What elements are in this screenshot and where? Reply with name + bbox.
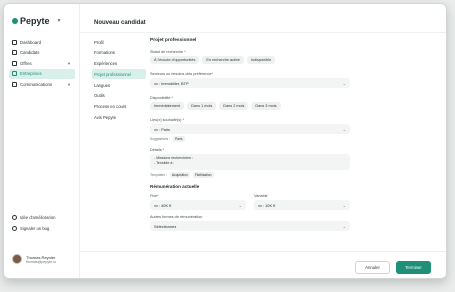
step-projet-professionnel[interactable]: Projet professionnel bbox=[92, 69, 146, 80]
feedback-link[interactable]: Idée d'améliorarion bbox=[12, 212, 55, 223]
feedback-label: Idée d'améliorarion bbox=[20, 215, 56, 220]
templates-label: Templates : bbox=[150, 173, 167, 177]
step-nav: Profil Formations Expériences Projet pro… bbox=[92, 37, 146, 123]
form-content: Projet professionnel Statut de recherche… bbox=[150, 34, 350, 246]
dispo-option[interactable]: Dans 1 mois bbox=[187, 102, 217, 110]
template-chip[interactable]: Fidélisation bbox=[192, 172, 214, 178]
user-profile[interactable]: Thomas Reynier thomas@pepyte.io bbox=[12, 254, 56, 264]
header-divider bbox=[80, 32, 446, 33]
chevron-down-icon: ▼ bbox=[67, 60, 71, 66]
suggestions: Suggestions : Paris bbox=[150, 136, 350, 142]
remuneration-title: Rémunération actuelle bbox=[150, 184, 200, 189]
chevron-down-icon: ⌄ bbox=[238, 202, 242, 208]
chevron-down-icon: ⌄ bbox=[342, 202, 346, 208]
users-icon bbox=[12, 50, 17, 55]
sidebar-item-communications[interactable]: Communications ▼ bbox=[9, 79, 75, 89]
secteurs-label: Secteurs ou besoins clés préférence* bbox=[150, 72, 213, 76]
chevron-down-icon: ⌄ bbox=[342, 126, 346, 132]
logo[interactable]: Pepyte ▼ bbox=[12, 16, 61, 26]
statut-option[interactable]: En recherche active bbox=[202, 56, 244, 64]
statut-label: Statut de recherche * bbox=[150, 50, 186, 54]
sidebar-item-dashboard[interactable]: Dashboard bbox=[9, 37, 75, 47]
avantages-value: Sélectionnez bbox=[154, 223, 177, 229]
logo-icon bbox=[12, 18, 18, 24]
step-langues[interactable]: Langues bbox=[92, 80, 146, 90]
step-profil[interactable]: Profil bbox=[92, 37, 146, 47]
sidebar-item-label: Offres bbox=[20, 60, 32, 66]
lieux-value: xx : Paris bbox=[154, 126, 170, 132]
details-label: Détails * bbox=[150, 148, 165, 152]
step-experiences[interactable]: Expériences bbox=[92, 59, 146, 69]
finish-button[interactable]: Terminer bbox=[396, 261, 431, 274]
chat-icon bbox=[12, 81, 17, 87]
lieux-select[interactable]: xx : Paris ⌄ bbox=[150, 124, 350, 134]
sidebar-item-label: Dashboard bbox=[20, 39, 42, 45]
step-formations[interactable]: Formations bbox=[92, 48, 146, 58]
chevron-down-icon[interactable]: ▼ bbox=[57, 18, 62, 24]
fixe-value: xx : 40K € bbox=[154, 202, 172, 208]
step-process[interactable]: Process en cours bbox=[92, 102, 146, 112]
remuneration-row: Fixe* xx : 40K € ⌄ Variable xx : 10K € ⌄ bbox=[150, 194, 350, 215]
user-name: Thomas Reynier bbox=[26, 254, 56, 260]
dispo-options: Immédiatement Dans 1 mois Dans 2 mois Da… bbox=[150, 102, 350, 110]
statut-options: À l'écoute d'opportunités En recherche a… bbox=[150, 56, 350, 64]
lightbulb-icon bbox=[12, 215, 17, 220]
dispo-option[interactable]: Dans 2 mois bbox=[219, 102, 249, 110]
fixe-select[interactable]: xx : 40K € ⌄ bbox=[150, 200, 246, 210]
bug-icon bbox=[12, 226, 17, 231]
variable-select[interactable]: xx : 10K € ⌄ bbox=[254, 200, 350, 210]
chevron-down-icon: ⌄ bbox=[342, 80, 346, 86]
avantages-select[interactable]: Sélectionnez ⌄ bbox=[150, 221, 350, 231]
sidebar-item-offres[interactable]: Offres ▼ bbox=[9, 58, 75, 68]
sidebar: Pepyte ▼ Dashboard Candidats Offres ▼ Ent… bbox=[4, 4, 80, 278]
user-email: thomas@pepyte.io bbox=[26, 259, 57, 264]
dispo-option[interactable]: Immédiatement bbox=[150, 102, 185, 110]
building-icon bbox=[12, 71, 17, 76]
avatar bbox=[12, 254, 22, 264]
dispo-option[interactable]: Dans 3 mois bbox=[251, 102, 281, 110]
secteurs-value: xx : Immobilier, BTP bbox=[154, 80, 189, 86]
briefcase-icon bbox=[12, 60, 17, 66]
fixe-label: Fixe* bbox=[150, 194, 159, 198]
sidebar-item-entreprises[interactable]: Entreprises bbox=[9, 68, 75, 79]
cancel-button[interactable]: Annuler bbox=[355, 261, 390, 274]
sidebar-item-label: Communications bbox=[20, 81, 53, 87]
step-outils[interactable]: Outils bbox=[92, 91, 146, 101]
sidebar-nav: Dashboard Candidats Offres ▼ Entreprises … bbox=[9, 37, 75, 90]
suggestion-chip[interactable]: Paris bbox=[172, 136, 185, 142]
logo-text: Pepyte bbox=[20, 16, 50, 26]
statut-option[interactable]: À l'écoute d'opportunités bbox=[150, 56, 200, 64]
variable-value: xx : 10K € bbox=[258, 202, 276, 208]
chevron-down-icon: ⌄ bbox=[342, 223, 346, 229]
sidebar-item-label: Entreprises bbox=[20, 71, 42, 76]
chevron-down-icon: ▼ bbox=[67, 81, 71, 87]
template-chip[interactable]: Acquisition bbox=[169, 172, 190, 178]
sidebar-item-candidats[interactable]: Candidats bbox=[9, 48, 75, 58]
templates: Templates : Acquisition Fidélisation bbox=[150, 172, 350, 178]
secteurs-select[interactable]: xx : Immobilier, BTP ⌄ bbox=[150, 78, 350, 88]
step-avis[interactable]: Avis Pepyte bbox=[92, 113, 146, 123]
app-window: Pepyte ▼ Dashboard Candidats Offres ▼ Ent… bbox=[3, 3, 447, 279]
sidebar-bottom: Idée d'améliorarion Signaler un bug bbox=[12, 212, 55, 234]
statut-option[interactable]: Indisponible bbox=[246, 56, 276, 64]
main-panel: Nouveau candidat Profil Formations Expér… bbox=[80, 4, 446, 278]
suggestions-label: Suggestions : bbox=[150, 137, 170, 141]
variable-label: Variable bbox=[254, 194, 268, 198]
avantages-label: Autres formes de rémunération bbox=[150, 215, 203, 219]
sidebar-item-label: Candidats bbox=[20, 50, 40, 55]
page-title: Nouveau candidat bbox=[94, 20, 146, 26]
details-textarea[interactable]: - Missions recherchées : - Tensible à : bbox=[150, 154, 350, 170]
dispo-label: Disponibilité * bbox=[150, 96, 174, 100]
footer-bar: Annuler Terminer bbox=[80, 251, 446, 278]
bug-report-link[interactable]: Signaler un bug bbox=[12, 223, 55, 234]
lieux-label: Lieu(x) souhaité(s) * bbox=[150, 118, 184, 122]
section-title: Projet professionnel bbox=[150, 38, 197, 43]
bug-report-label: Signaler un bug bbox=[20, 226, 50, 231]
details-line: - Tensible à : bbox=[154, 161, 175, 165]
dashboard-icon bbox=[12, 39, 17, 45]
